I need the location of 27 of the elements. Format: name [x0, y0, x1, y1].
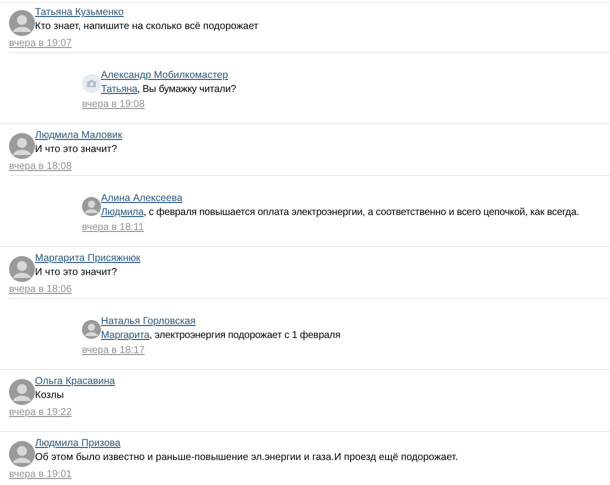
mention-link[interactable]: Людмила [101, 207, 144, 218]
author-link[interactable]: Наталья Горловская [101, 315, 196, 329]
author-link[interactable]: Александр Мобилкомастер [101, 69, 228, 83]
author-link[interactable]: Людмила Маловик [35, 129, 122, 143]
comment-text: Татьяна, Вы бумажку читали? [101, 83, 236, 97]
mention-link[interactable]: Татьяна [101, 84, 138, 95]
avatar[interactable] [82, 320, 101, 339]
comment-text: Козлы [35, 389, 64, 403]
author-link[interactable]: Людмила Призова [35, 437, 120, 451]
author-link[interactable]: Маргарита Присяжнюк [35, 252, 140, 266]
comment-text: Об этом было известно и раньше-повышение эл.энергии и газа.И проезд ещё подорожает. [35, 451, 458, 465]
avatar[interactable] [9, 256, 35, 282]
comment-text: И что это значит? [35, 266, 118, 280]
avatar[interactable] [82, 197, 101, 216]
author-link[interactable]: Алина Алексеева [101, 192, 182, 206]
camera-icon[interactable] [82, 74, 101, 93]
author-link[interactable]: Татьяна Кузьменко [35, 6, 124, 20]
comment-text: Людмила, с февраля повышается оплата электроэнергии, а соответственно и всего цепочкой, как всегда. [101, 206, 580, 220]
avatar[interactable] [9, 441, 35, 467]
avatar[interactable] [9, 133, 35, 159]
comment-text: И что это значит? [35, 143, 118, 157]
comment-text: Маргарита, электроэнергия подорожает с 1 февраля [101, 329, 340, 343]
author-link[interactable]: Ольга Красавина [35, 375, 115, 389]
mention-link[interactable]: Маргарита [101, 330, 150, 341]
avatar[interactable] [9, 10, 35, 36]
comment-text: Кто знает, напишите на сколько всё подорожает [35, 20, 258, 34]
avatar[interactable] [9, 379, 35, 405]
